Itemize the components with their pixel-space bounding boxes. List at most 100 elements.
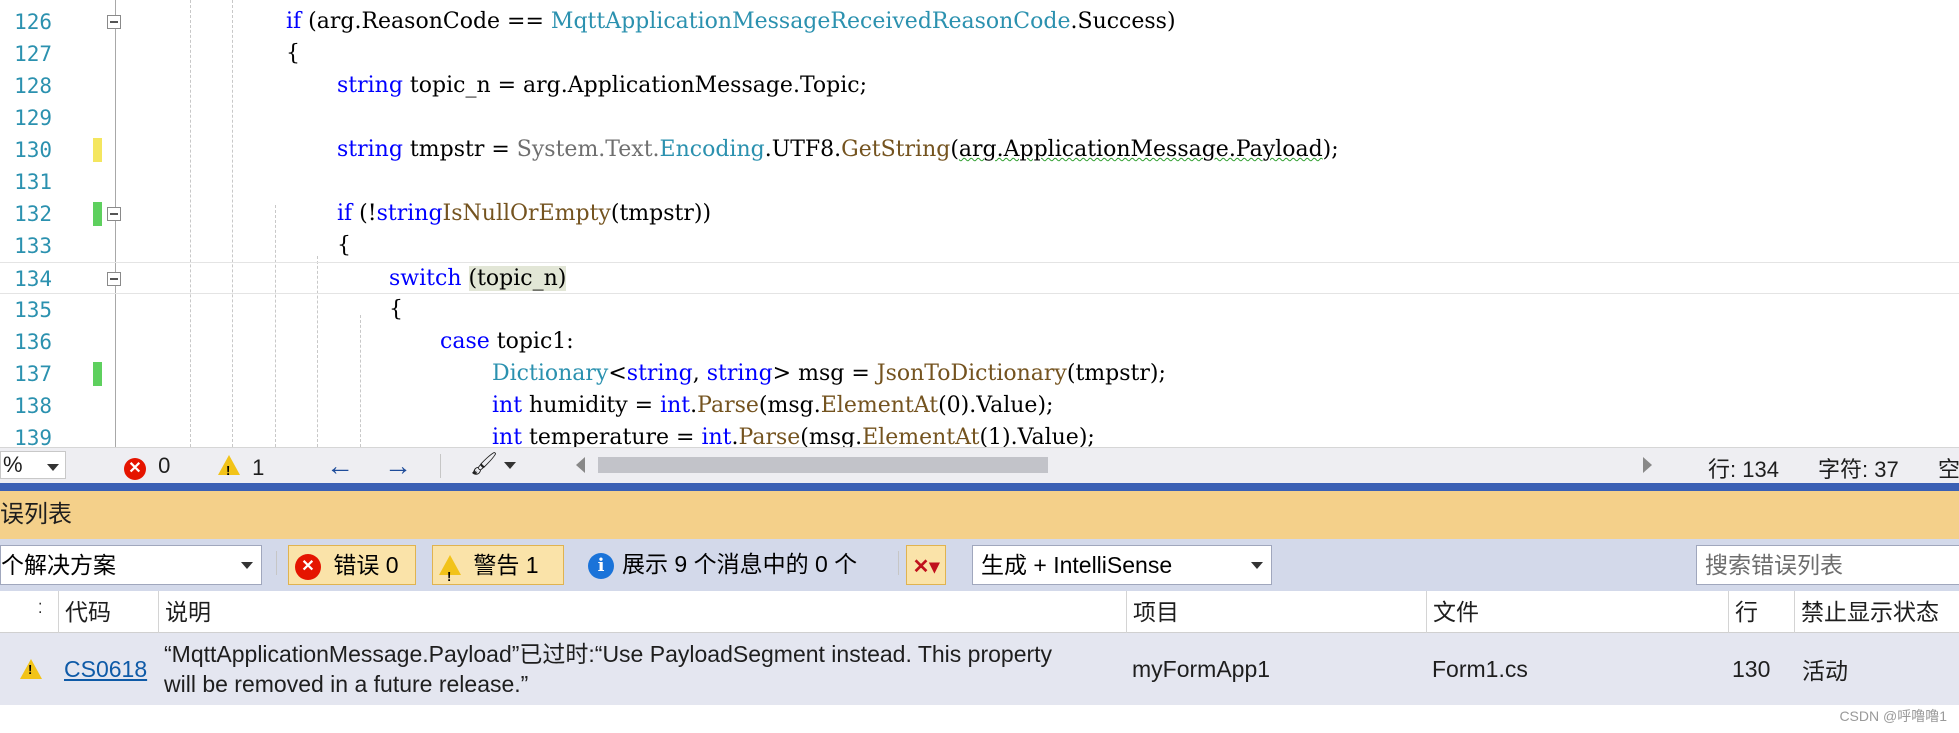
column-header-file[interactable]: 文件 bbox=[1426, 591, 1728, 633]
error-code-link[interactable]: CS0618 bbox=[64, 656, 147, 683]
error-count: 0 bbox=[158, 453, 171, 478]
code-text: string topic_n = arg.ApplicationMessage.… bbox=[337, 73, 868, 98]
code-text: if (!stringIsNullOrEmpty(tmpstr)) bbox=[337, 201, 712, 226]
error-description: “MqttApplicationMessage.Payload”已过时:“Use… bbox=[164, 641, 1053, 697]
code-line-127[interactable]: 127 { bbox=[0, 38, 1959, 70]
arrow-left-icon: ← bbox=[326, 450, 354, 481]
filter-button[interactable]: ✕▾ bbox=[906, 545, 946, 585]
cursor-column: 字符: 37 bbox=[1818, 457, 1899, 482]
collapse-toggle-icon[interactable] bbox=[107, 15, 121, 29]
code-cell[interactable]: CS0618 bbox=[64, 633, 158, 705]
messages-toggle-label: 展示 9 个消息中的 0 个 bbox=[622, 551, 858, 577]
column-label: 文件 bbox=[1433, 599, 1479, 625]
code-line-134[interactable]: 134 switch (topic_n) bbox=[0, 262, 1959, 294]
code-line-130[interactable]: 130 string tmpstr = System.Text.Encoding… bbox=[0, 134, 1959, 166]
line-number: 128 bbox=[14, 74, 52, 98]
code-line-137[interactable]: 137 Dictionary<string, string> msg = Jso… bbox=[0, 358, 1959, 390]
build-filter-value: 生成 + IntelliSense bbox=[981, 552, 1173, 578]
column-header-project[interactable]: 项目 bbox=[1126, 591, 1426, 633]
column-label: 说明 bbox=[165, 599, 211, 625]
code-editor[interactable]: 126 if (arg.ReasonCode == MqttApplicatio… bbox=[0, 0, 1959, 447]
column-label: 禁止显示状态 bbox=[1801, 599, 1939, 625]
line-number: 130 bbox=[14, 138, 52, 162]
chevron-down-icon bbox=[504, 462, 516, 469]
error-list-header: ⁚ 代码 说明 项目 文件 行 禁止显示状态 bbox=[0, 591, 1959, 633]
collapse-toggle-icon[interactable] bbox=[107, 272, 121, 286]
filter-clear-icon: ✕▾ bbox=[912, 556, 940, 578]
line-number: 133 bbox=[14, 234, 52, 258]
scrollbar-thumb[interactable] bbox=[598, 457, 1048, 473]
unsaved-change-marker bbox=[93, 138, 102, 162]
build-intellisense-dropdown[interactable]: 生成 + IntelliSense bbox=[972, 545, 1272, 585]
search-error-list-input[interactable]: 搜索错误列表 bbox=[1696, 545, 1959, 585]
column-header-description[interactable]: 说明 bbox=[158, 591, 1126, 633]
chevron-down-icon bbox=[241, 562, 253, 569]
scroll-right-arrow-icon[interactable] bbox=[1643, 457, 1652, 473]
code-line-128[interactable]: 128 string topic_n = arg.ApplicationMess… bbox=[0, 70, 1959, 102]
code-line-139[interactable]: 139 int temperature = int.Parse(msg.Elem… bbox=[0, 422, 1959, 447]
code-cleanup-button[interactable]: 🖌 bbox=[470, 451, 516, 477]
line-number: 132 bbox=[14, 202, 52, 226]
cursor-line: 行: 134 bbox=[1708, 457, 1779, 482]
navigate-forward-button[interactable]: → bbox=[384, 450, 412, 482]
code-line-132[interactable]: 132 if (!stringIsNullOrEmpty(tmpstr)) bbox=[0, 198, 1959, 230]
column-settings-icon: ⁚ bbox=[38, 600, 43, 616]
editor-status-bar: % ✕ 0 1 ← → 🖌 行: 134 字符: 37 空 bbox=[0, 447, 1959, 484]
code-text: { bbox=[337, 233, 351, 258]
horizontal-scrollbar[interactable] bbox=[578, 454, 1658, 476]
code-line-131[interactable]: 131 bbox=[0, 166, 1959, 198]
warning-squiggle: arg.ApplicationMessage.Payload bbox=[958, 137, 1323, 162]
line-cell: 130 bbox=[1732, 633, 1792, 705]
code-line-129[interactable]: 129 bbox=[0, 102, 1959, 134]
column-header-suppression[interactable]: 禁止显示状态 bbox=[1794, 591, 1959, 633]
brush-icon: 🖌 bbox=[470, 451, 498, 476]
errors-toggle-label: 错误 0 bbox=[333, 552, 399, 578]
line-number: 136 bbox=[14, 330, 52, 354]
line-number: 126 bbox=[14, 10, 52, 34]
column-label: 行 bbox=[1735, 599, 1758, 625]
line-number: 138 bbox=[14, 394, 52, 418]
collapse-toggle-icon[interactable] bbox=[107, 207, 121, 221]
column-header-icon[interactable]: ⁚ bbox=[0, 591, 56, 633]
panel-title: 误列表 bbox=[0, 501, 72, 528]
code-line-138[interactable]: 138 int humidity = int.Parse(msg.Element… bbox=[0, 390, 1959, 422]
chevron-down-icon bbox=[47, 464, 59, 471]
code-line-136[interactable]: 136 case topic1: bbox=[0, 326, 1959, 358]
code-line-126[interactable]: 126 if (arg.ReasonCode == MqttApplicatio… bbox=[0, 6, 1959, 38]
code-text: { bbox=[286, 41, 300, 66]
code-line-133[interactable]: 133 { bbox=[0, 230, 1959, 262]
line-number: 131 bbox=[14, 170, 52, 194]
table-row[interactable]: CS0618 “MqttApplicationMessage.Payload”已… bbox=[0, 633, 1959, 705]
line-number: 134 bbox=[14, 267, 52, 291]
suppression-state: 活动 bbox=[1802, 658, 1848, 684]
file-cell: Form1.cs bbox=[1432, 633, 1722, 705]
zoom-value: % bbox=[3, 452, 23, 477]
error-count-indicator[interactable]: ✕ 0 bbox=[124, 453, 170, 480]
column-label: 代码 bbox=[65, 599, 111, 625]
warning-icon bbox=[20, 659, 42, 679]
code-text: { bbox=[389, 297, 403, 322]
errors-filter-toggle[interactable]: ✕ 错误 0 bbox=[288, 545, 416, 585]
navigate-back-button[interactable]: ← bbox=[326, 450, 354, 482]
error-icon: ✕ bbox=[295, 553, 321, 580]
divider bbox=[276, 551, 277, 575]
column-header-code[interactable]: 代码 bbox=[58, 591, 158, 633]
saved-change-marker bbox=[93, 362, 102, 386]
warning-icon bbox=[439, 555, 461, 596]
warnings-filter-toggle[interactable]: 警告 1 bbox=[432, 545, 564, 596]
warning-count-indicator[interactable]: 1 bbox=[218, 455, 264, 484]
scope-dropdown[interactable]: 个解决方案 bbox=[0, 545, 262, 585]
panel-separator bbox=[0, 483, 1959, 491]
whitespace-mode[interactable]: 空 bbox=[1938, 452, 1959, 484]
column-header-line[interactable]: 行 bbox=[1728, 591, 1794, 633]
severity-cell bbox=[20, 633, 56, 705]
code-text: int temperature = int.Parse(msg.ElementA… bbox=[492, 425, 1095, 447]
suppression-cell: 活动 bbox=[1802, 633, 1952, 705]
zoom-dropdown[interactable]: % bbox=[0, 451, 66, 479]
code-text: switch (topic_n) bbox=[389, 266, 567, 291]
code-text: string tmpstr = System.Text.Encoding.UTF… bbox=[337, 137, 1339, 162]
search-placeholder: 搜索错误列表 bbox=[1705, 552, 1843, 578]
messages-filter-toggle[interactable]: i 展示 9 个消息中的 0 个 bbox=[582, 545, 892, 585]
code-text: Dictionary<string, string> msg = JsonToD… bbox=[492, 361, 1166, 386]
code-line-135[interactable]: 135 { bbox=[0, 294, 1959, 326]
